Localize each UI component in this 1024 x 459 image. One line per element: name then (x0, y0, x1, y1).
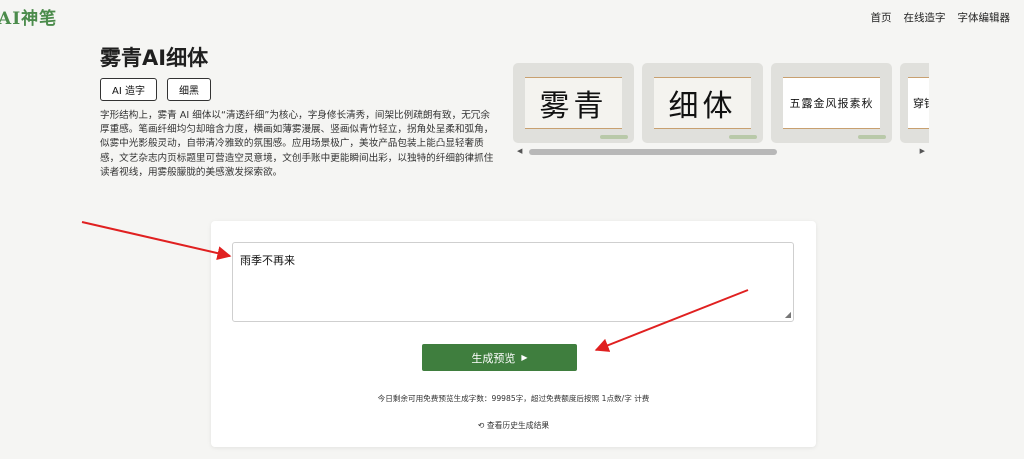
sample-text: 雾青 (525, 77, 622, 129)
nav-home[interactable]: 首页 (871, 10, 892, 25)
text-input-value: 雨季不再来 (240, 254, 295, 267)
sample-image[interactable]: 五露金风报素秋 (771, 63, 892, 143)
sample-image[interactable]: 细体 (642, 63, 763, 143)
history-link[interactable]: ⟲ 查看历史生成结果 (211, 420, 816, 431)
top-nav: 首页 在线造字 字体编辑器 (871, 10, 1011, 25)
text-input[interactable]: 雨季不再来 ◢ (232, 242, 794, 322)
history-icon: ⟲ (477, 421, 485, 430)
sample-stamp (600, 135, 628, 139)
resize-handle-icon[interactable]: ◢ (785, 311, 791, 319)
generate-preview-label: 生成预览 (471, 351, 516, 365)
tag-thin-black: 细黑 (166, 78, 211, 101)
sample-text: 细体 (654, 77, 751, 129)
generate-panel: 雨季不再来 ◢ 生成预览 ▶ 今日剩余可用免费预览生成字数：99985字，超过免… (211, 221, 816, 447)
generate-preview-button[interactable]: 生成预览 ▶ (422, 344, 577, 371)
annotation-arrow-input (81, 221, 232, 261)
nav-online-create[interactable]: 在线造字 (904, 10, 946, 25)
tag-list: AI 造字 细黑 (100, 78, 211, 101)
carousel-scrollbar[interactable]: ◀ ▶ (513, 147, 929, 156)
page-title: 雾青AI细体 (100, 46, 209, 70)
nav-font-editor[interactable]: 字体编辑器 (958, 10, 1011, 25)
sample-image[interactable]: 穿针 (900, 63, 929, 143)
scroll-right-icon[interactable]: ▶ (920, 147, 925, 156)
sample-text: 穿针 (908, 77, 929, 129)
font-description: 字形结构上，雾青 AI 细体以“清透纤细”为核心，字身修长清秀，间架比例疏朗有致… (100, 110, 494, 178)
quota-text: 今日剩余可用免费预览生成字数：99985字，超过免费额度后按照 1点数/字 计费 (377, 394, 650, 403)
history-label: 查看历史生成结果 (486, 421, 550, 430)
sample-text: 五露金风报素秋 (783, 77, 880, 129)
sample-carousel: 雾青 细体 五露金风报素秋 穿针 ◀ ▶ (513, 63, 929, 156)
scrollbar-thumb[interactable] (529, 149, 777, 155)
sample-image[interactable]: 雾青 (513, 63, 634, 143)
play-triangle-icon: ▶ (521, 353, 528, 362)
logo[interactable]: AI神笔 (0, 4, 57, 29)
sample-stamp (729, 135, 757, 139)
tag-ai-create: AI 造字 (100, 78, 157, 101)
scroll-left-icon[interactable]: ◀ (517, 147, 522, 156)
sample-stamp (858, 135, 886, 139)
